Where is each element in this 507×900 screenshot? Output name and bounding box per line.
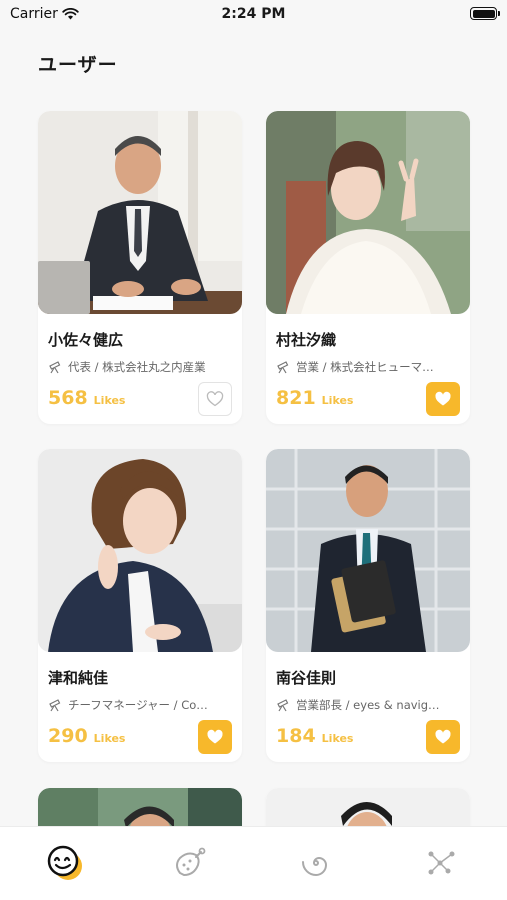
user-card[interactable]: 南谷佳則 営業部長 / eyes & navig… 184 Likes xyxy=(266,449,470,762)
user-card[interactable]: 小佐々健広 代表 / 株式会社丸之内産業 568 Likes xyxy=(38,111,242,424)
telescope-icon xyxy=(277,361,289,374)
telescope-icon xyxy=(49,361,61,374)
likes-count: 568 Likes xyxy=(48,387,125,409)
user-name: 南谷佳則 xyxy=(276,669,337,687)
user-role-text: チーフマネージャー / Co… xyxy=(68,698,208,712)
tab-network[interactable] xyxy=(422,843,462,883)
constellation-icon xyxy=(428,851,455,875)
likes-unit: Likes xyxy=(93,732,126,745)
face-logo-icon xyxy=(47,845,82,880)
likes-unit: Likes xyxy=(321,394,354,407)
status-bar: Carrier 2:24 PM xyxy=(0,0,507,30)
bottom-tab-bar xyxy=(0,826,507,900)
user-photo xyxy=(38,111,242,314)
user-role-text: 代表 / 株式会社丸之内産業 xyxy=(68,360,206,374)
like-button[interactable] xyxy=(198,720,232,754)
likes-number: 184 xyxy=(276,725,316,747)
heart-filled-icon xyxy=(207,729,223,744)
heart-outline-icon xyxy=(206,391,224,407)
user-name: 小佐々健広 xyxy=(48,331,124,349)
like-button[interactable] xyxy=(426,720,460,754)
user-photo xyxy=(266,111,470,314)
likes-count: 290 Likes xyxy=(48,725,125,747)
user-role: 代表 / 株式会社丸之内産業 xyxy=(48,359,234,375)
user-card[interactable]: 村社汐織 営業 / 株式会社ヒューマ… 821 Likes xyxy=(266,111,470,424)
telescope-icon xyxy=(49,699,61,712)
tab-users[interactable] xyxy=(45,843,85,883)
user-role-text: 営業 / 株式会社ヒューマ… xyxy=(296,360,434,374)
likes-unit: Likes xyxy=(321,732,354,745)
user-photo xyxy=(266,449,470,652)
likes-number: 568 xyxy=(48,387,88,409)
like-button[interactable] xyxy=(198,382,232,416)
heart-filled-icon xyxy=(435,391,451,406)
likes-count: 821 Likes xyxy=(276,387,353,409)
likes-number: 821 xyxy=(276,387,316,409)
battery-icon xyxy=(470,7,500,20)
heart-filled-icon xyxy=(435,729,451,744)
clock: 2:24 PM xyxy=(221,6,286,22)
spiral-icon xyxy=(302,856,328,877)
likes-count: 184 Likes xyxy=(276,725,353,747)
tab-food[interactable] xyxy=(170,843,210,883)
user-name: 津和純佳 xyxy=(48,669,109,687)
like-button[interactable] xyxy=(426,382,460,416)
user-role-text: 営業部長 / eyes & navig… xyxy=(296,698,440,712)
user-name: 村社汐織 xyxy=(276,331,337,349)
likes-unit: Likes xyxy=(93,394,126,407)
page-title: ユーザー xyxy=(38,54,118,76)
telescope-icon xyxy=(277,699,289,712)
user-role: チーフマネージャー / Co… xyxy=(48,697,234,713)
tab-spiral[interactable] xyxy=(296,843,336,883)
user-card[interactable]: 津和純佳 チーフマネージャー / Co… 290 Likes xyxy=(38,449,242,762)
likes-number: 290 xyxy=(48,725,88,747)
user-role: 営業 / 株式会社ヒューマ… xyxy=(276,359,462,375)
meat-icon xyxy=(176,847,206,877)
user-role: 営業部長 / eyes & navig… xyxy=(276,697,462,713)
user-photo xyxy=(38,449,242,652)
